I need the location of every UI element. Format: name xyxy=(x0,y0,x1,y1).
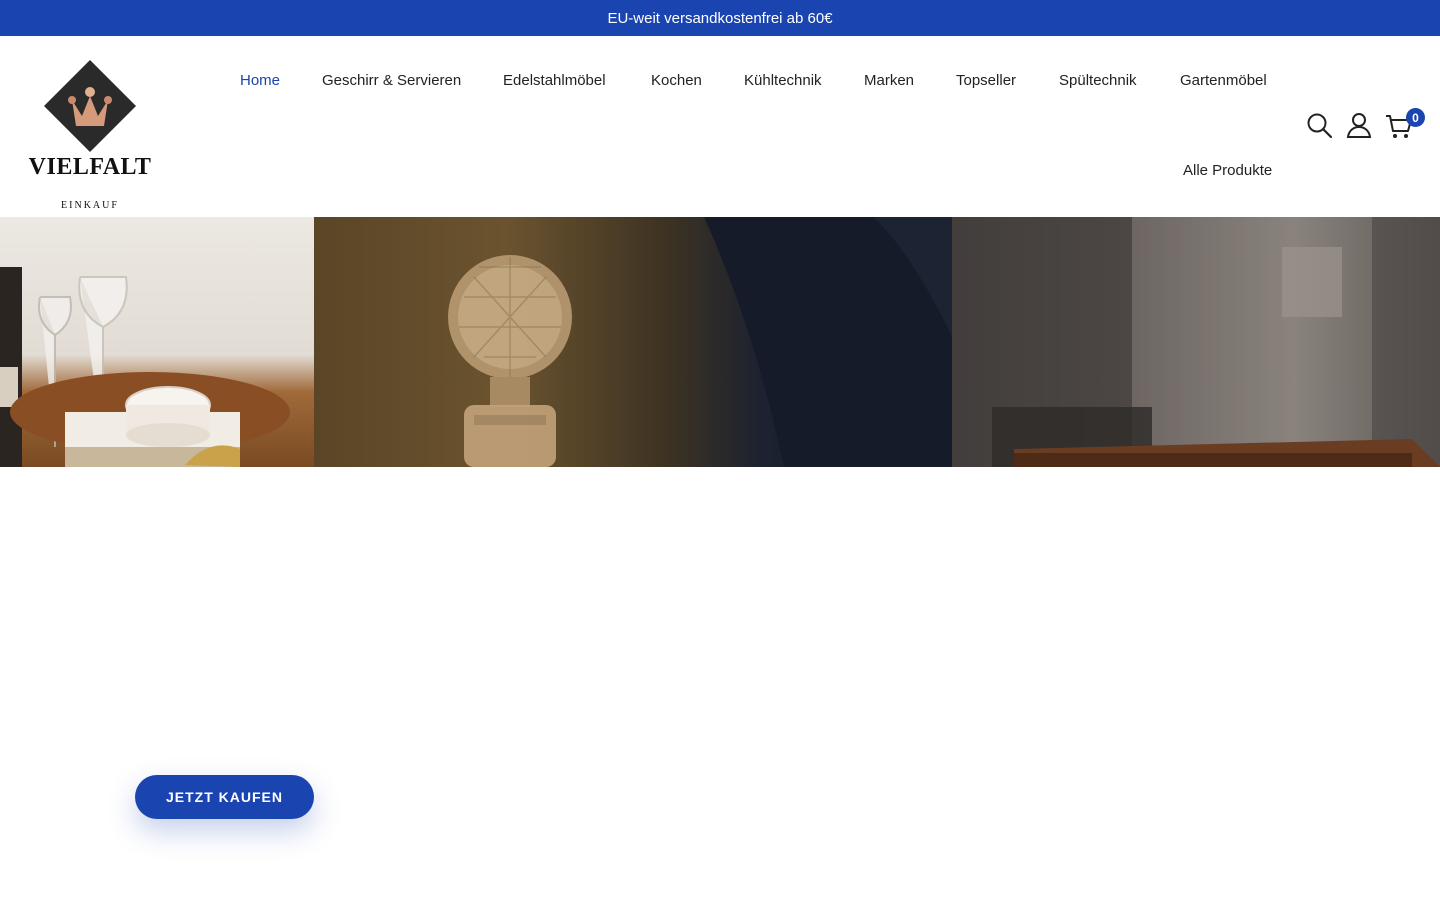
nav-spueltechnik[interactable]: Spültechnik xyxy=(1059,72,1137,89)
nav-marken[interactable]: Marken xyxy=(864,72,914,89)
hero-banner xyxy=(0,217,1440,467)
cart-count-badge: 0 xyxy=(1406,108,1425,127)
hero-image-furniture xyxy=(952,217,1440,467)
announcement-text: EU-weit versandkostenfrei ab 60€ xyxy=(607,9,833,27)
brand-name: VIELFALT xyxy=(28,154,152,180)
brand-tagline: EINKAUF xyxy=(61,200,119,211)
hero-image-tableware xyxy=(0,217,314,467)
nav-kuehltechnik[interactable]: Kühltechnik xyxy=(744,72,822,89)
nav-edelstahlmoebel[interactable]: Edelstahlmöbel xyxy=(503,72,606,89)
logo-emblem-icon xyxy=(44,60,136,152)
user-icon[interactable] xyxy=(1345,111,1373,139)
search-icon[interactable] xyxy=(1306,112,1334,140)
site-header: VIELFALT EINKAUF Home Geschirr & Servier… xyxy=(0,36,1440,216)
nav-kochen[interactable]: Kochen xyxy=(651,72,702,89)
announcement-bar: EU-weit versandkostenfrei ab 60€ xyxy=(0,0,1440,36)
hero-image-decanter xyxy=(314,217,952,467)
shop-now-button[interactable]: JETZT KAUFEN xyxy=(135,775,314,819)
nav-geschirr-servieren[interactable]: Geschirr & Servieren xyxy=(322,72,461,89)
nav-gartenmoebel[interactable]: Gartenmöbel xyxy=(1180,72,1267,89)
nav-home[interactable]: Home xyxy=(240,72,280,89)
brand-logo[interactable]: VIELFALT EINKAUF xyxy=(28,58,154,211)
nav-topseller[interactable]: Topseller xyxy=(956,72,1016,89)
nav-alle-produkte[interactable]: Alle Produkte xyxy=(1183,162,1272,179)
